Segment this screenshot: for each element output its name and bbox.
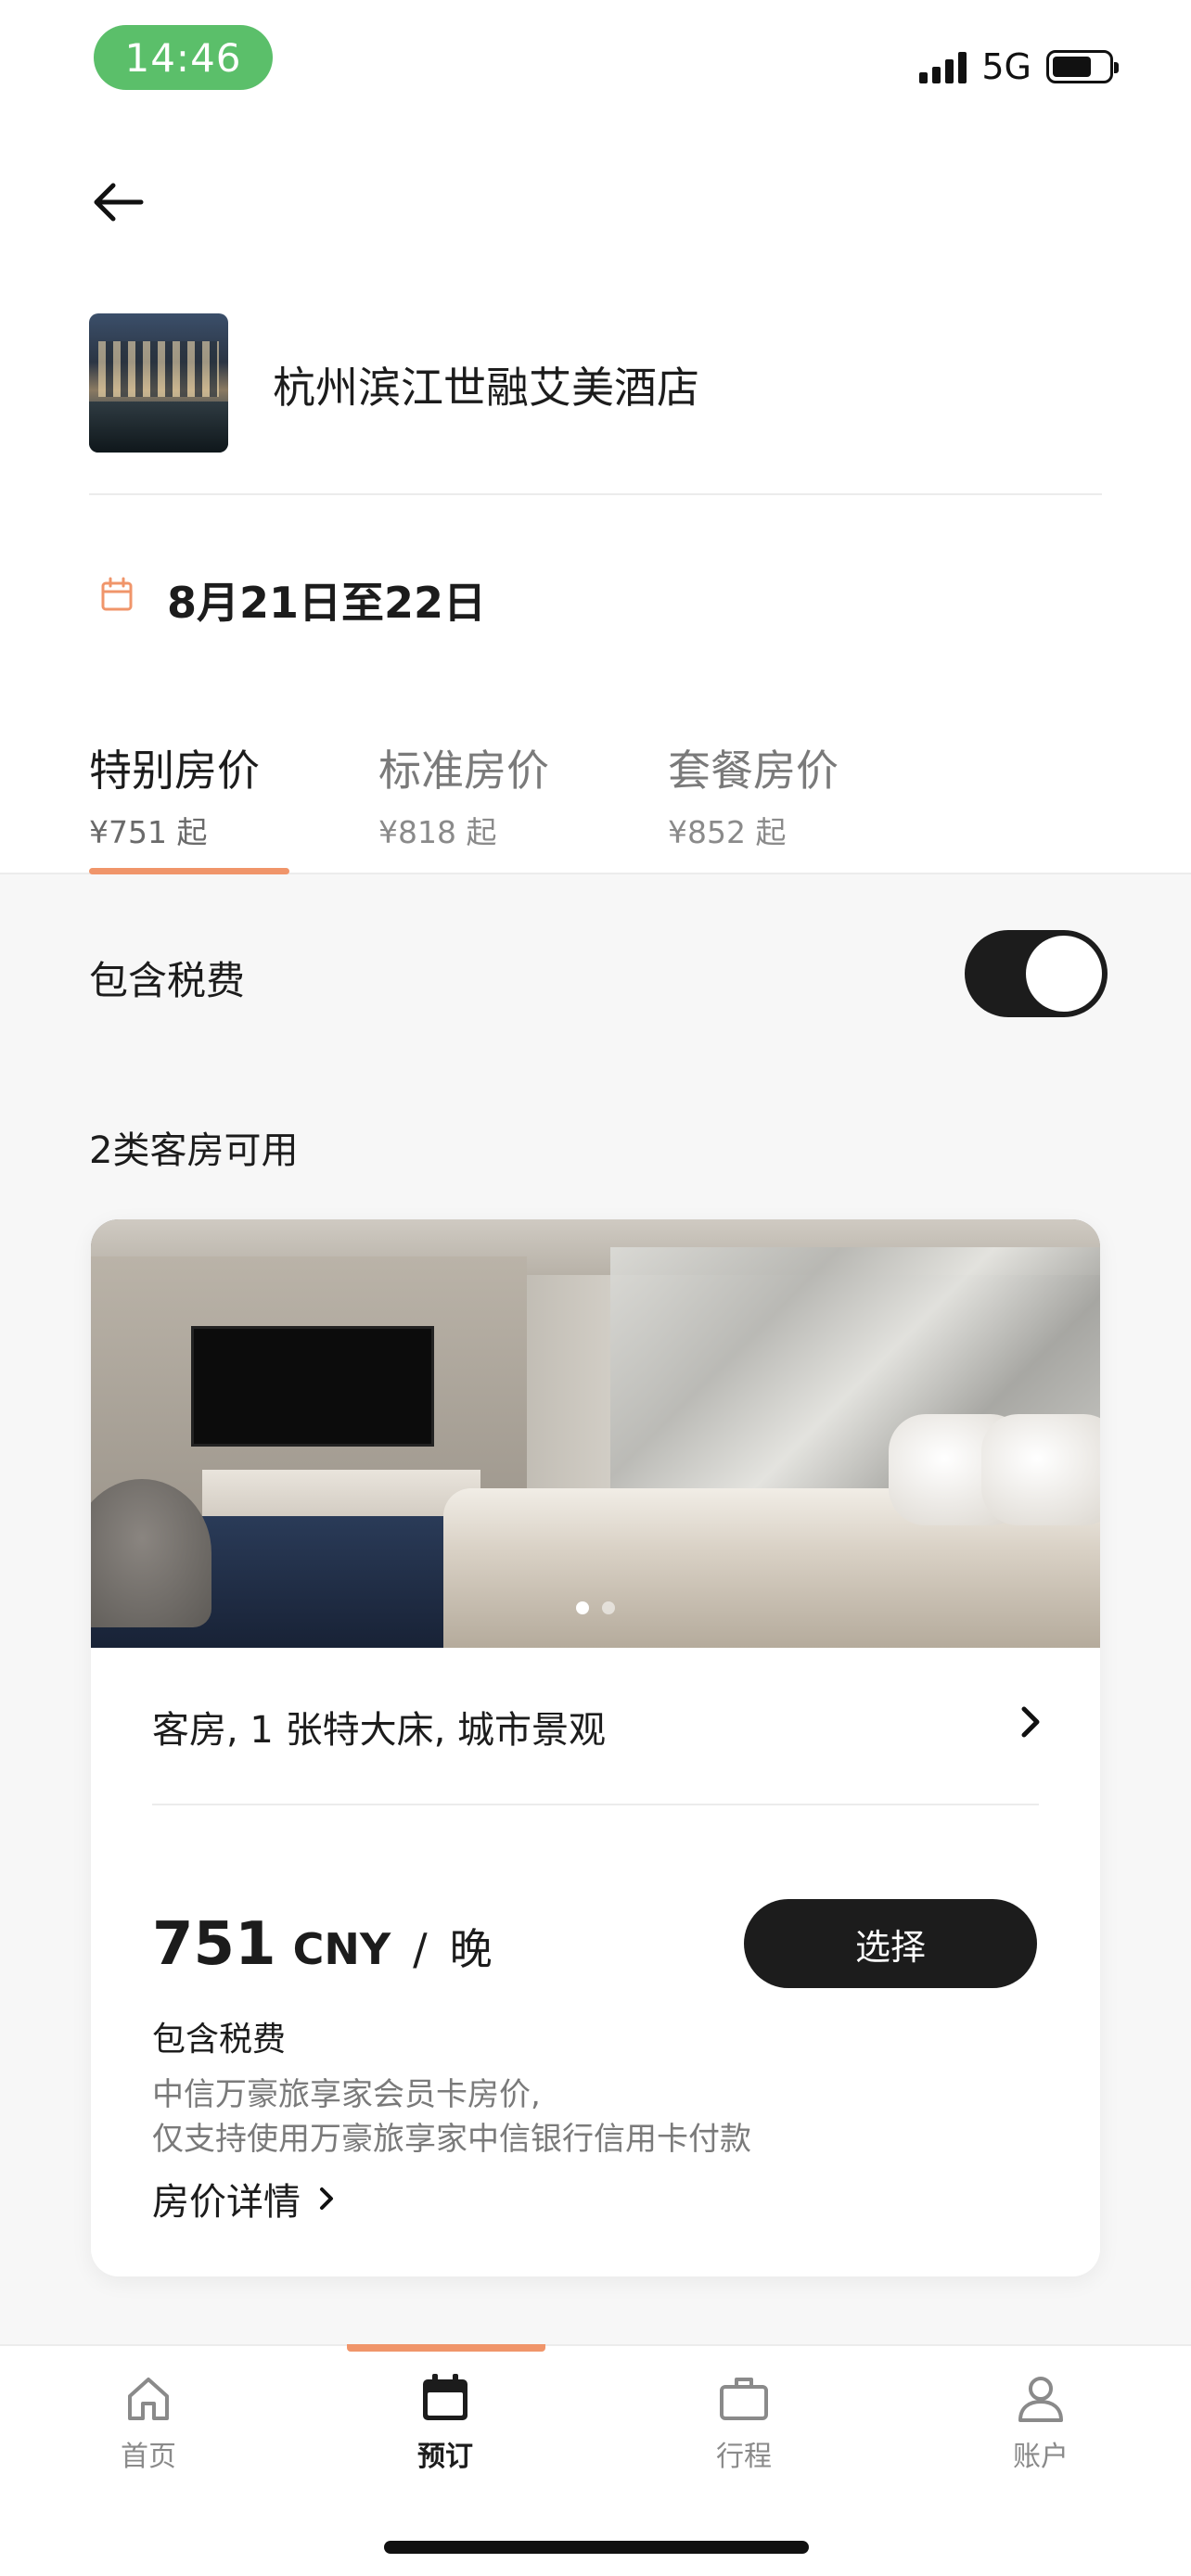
tab-label: 套餐房价 <box>668 746 839 796</box>
tv-in-photo <box>191 1326 434 1447</box>
calendar-icon <box>423 2374 467 2420</box>
chevron-right-icon <box>320 2187 333 2210</box>
include-tax-label: 包含税费 <box>89 958 246 1003</box>
rate-details-label: 房价详情 <box>152 2181 301 2224</box>
stay-dates[interactable]: 8月21日至22日 <box>167 569 486 631</box>
price-amount: 751 <box>152 1910 276 1979</box>
home-icon <box>128 2378 169 2420</box>
battery-icon <box>1046 50 1119 83</box>
room-type-row[interactable]: 客房, 1 张特大床, 城市景观 <box>91 1648 1100 1804</box>
active-nav-indicator <box>347 2344 545 2352</box>
carousel-dots <box>91 1601 1100 1614</box>
divider <box>152 1804 1039 1805</box>
nav-label: 首页 <box>121 2441 176 2473</box>
nav-home[interactable]: 首页 <box>56 2370 241 2474</box>
room-photo-carousel[interactable] <box>91 1219 1100 1648</box>
back-button[interactable] <box>85 176 150 228</box>
status-indicators: 5G <box>919 46 1119 87</box>
rate-details-link[interactable]: 房价详情 <box>152 2172 336 2225</box>
nightly-price: 751 CNY / 晚 <box>152 1910 493 1979</box>
tab-standard-rate[interactable]: 标准房价 ¥818 起 <box>378 737 549 852</box>
tab-price: ¥818 起 <box>378 814 497 850</box>
arrow-left-icon <box>94 183 144 222</box>
rate-tabs: 特别房价 ¥751 起 标准房价 ¥818 起 套餐房价 ¥852 起 <box>0 737 1191 872</box>
nav-book[interactable]: 预订 <box>352 2370 538 2474</box>
price-separator: / <box>413 1924 428 1974</box>
rooms-available-count: 2类客房可用 <box>89 1129 299 1172</box>
signal-icon <box>919 50 967 83</box>
tab-label: 特别房价 <box>89 746 260 796</box>
nav-trips[interactable]: 行程 <box>651 2370 837 2474</box>
hotel-name: 杭州滨江世融艾美酒店 <box>273 363 699 413</box>
carousel-dot[interactable] <box>576 1601 589 1614</box>
price-currency: CNY <box>292 1924 391 1974</box>
rate-note-line: 中信万豪旅享家会员卡房价, <box>152 2076 541 2113</box>
nav-label: 预订 <box>417 2441 473 2473</box>
select-button[interactable]: 选择 <box>744 1899 1037 1988</box>
tab-label: 标准房价 <box>378 746 549 796</box>
carousel-dot[interactable] <box>602 1601 615 1614</box>
room-card: 客房, 1 张特大床, 城市景观 751 CNY / 晚 选择 包含税费 中信万… <box>91 1219 1100 2276</box>
active-tab-indicator <box>89 868 289 874</box>
price-unit: 晚 <box>449 1924 493 1974</box>
tab-price: ¥852 起 <box>668 814 787 850</box>
nav-label: 行程 <box>716 2441 772 2473</box>
calendar-icon <box>101 577 133 611</box>
tab-price: ¥751 起 <box>89 814 208 850</box>
tab-package-rate[interactable]: 套餐房价 ¥852 起 <box>668 737 839 852</box>
briefcase-icon <box>720 2378 768 2420</box>
user-icon <box>1018 2377 1063 2422</box>
home-indicator <box>384 2541 809 2554</box>
include-tax-toggle[interactable] <box>965 930 1108 1017</box>
nav-account[interactable]: 账户 <box>948 2370 1133 2474</box>
network-type: 5G <box>981 46 1031 87</box>
rate-note: 中信万豪旅享家会员卡房价, 仅支持使用万豪旅享家中信银行信用卡付款 <box>152 2072 751 2162</box>
status-time: 14:46 <box>94 25 273 90</box>
tab-special-rate[interactable]: 特别房价 ¥751 起 <box>89 737 260 852</box>
rate-note-line: 仅支持使用万豪旅享家中信银行信用卡付款 <box>152 2121 751 2158</box>
price-tax-note: 包含税费 <box>152 2021 287 2059</box>
divider <box>89 493 1102 495</box>
nav-label: 账户 <box>1013 2441 1069 2473</box>
chevron-right-icon <box>1021 1706 1040 1738</box>
hotel-thumbnail <box>89 313 228 453</box>
room-type-name: 客房, 1 张特大床, 城市景观 <box>152 1709 607 1752</box>
